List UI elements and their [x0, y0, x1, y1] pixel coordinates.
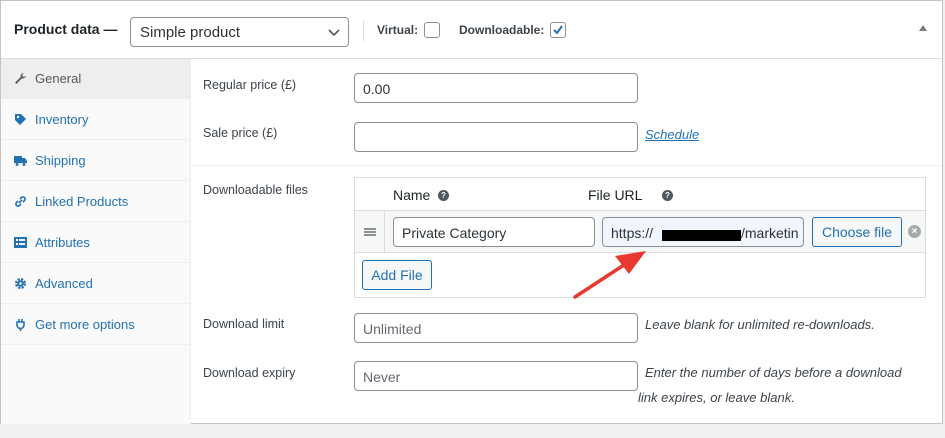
annotation-arrow-icon	[573, 251, 646, 299]
